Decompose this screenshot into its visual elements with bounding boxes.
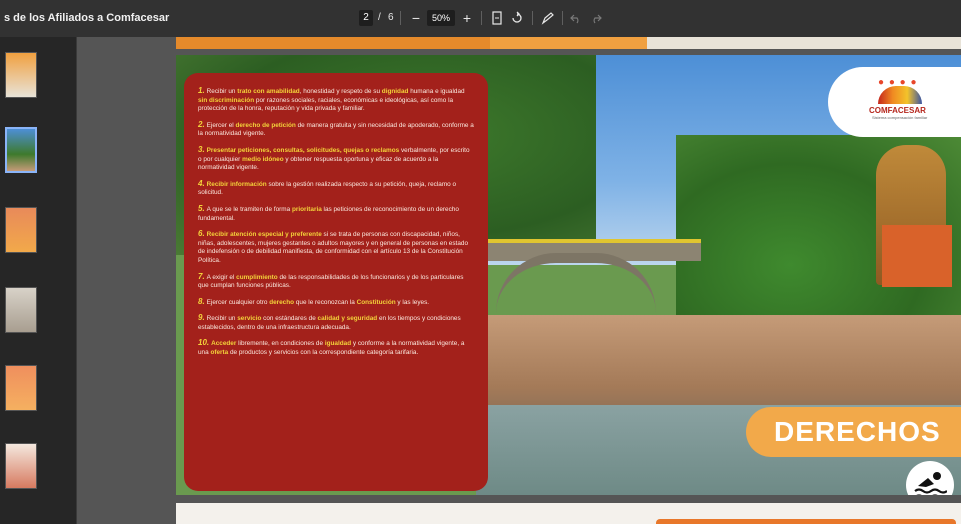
pedestal-photo (882, 225, 952, 287)
right-number: 5. (198, 203, 205, 213)
right-item: 1. Recibir un trato con amabilidad, hones… (198, 86, 474, 114)
right-text: que le reconozcan la (294, 298, 357, 306)
right-number: 6. (198, 229, 205, 239)
right-item: 3. Presentar peticiones, consultas, solic… (198, 144, 474, 173)
toolbar-divider (481, 11, 482, 25)
right-item: 9. Recibir un servicio con estándares de … (198, 313, 474, 332)
logo-tagline: Sistema compensación familiar (872, 115, 928, 120)
right-highlight: medio idóneo (242, 155, 284, 163)
right-highlight: prioritaria (291, 205, 322, 213)
right-item: 7. A exigir el cumplimiento de las respon… (198, 271, 474, 291)
right-highlight: Constitución (356, 298, 396, 306)
right-text: libremente, en condiciones de (236, 340, 325, 348)
rotate-button[interactable] (507, 8, 527, 28)
document-title: s de los Afiliados a Comfacesar (4, 12, 170, 24)
right-highlight: Presentar peticiones, consultas, solicit… (206, 146, 400, 154)
plus-icon: + (462, 10, 472, 26)
right-highlight: trato con amabilidad (237, 88, 300, 95)
right-highlight: dignidad (381, 88, 409, 95)
toolbar-divider (532, 11, 533, 25)
next-page-band (656, 519, 956, 524)
right-item: 2. Ejercer el derecho de petición de mane… (198, 119, 474, 139)
thumbnail-sidebar (0, 37, 76, 524)
page-heading: DERECHOS (774, 416, 941, 447)
right-highlight: Acceder (211, 340, 237, 348)
swimmer-icon (914, 472, 947, 495)
right-text: y las leyes. (395, 298, 430, 306)
page-thumbnail-2[interactable] (5, 127, 37, 173)
draw-icon (541, 12, 554, 25)
right-text: humana e igualdad (408, 88, 465, 95)
page-total: 6 (388, 12, 394, 23)
zoom-in-button[interactable]: + (457, 8, 477, 28)
page-number-input[interactable]: 2 (359, 10, 373, 26)
right-number: 3. (198, 144, 205, 154)
pdf-page: 1. Recibir un trato con amabilidad, hones… (176, 55, 961, 495)
right-highlight: sin discriminación (198, 96, 255, 104)
fit-page-icon (492, 11, 502, 25)
right-highlight: servicio (237, 315, 262, 323)
fit-page-button[interactable] (487, 8, 507, 28)
right-item: 6. Recibir atención especial y preferente… (198, 229, 474, 265)
page-thumbnail-4[interactable] (5, 287, 37, 333)
right-highlight: oferta (210, 349, 229, 357)
previous-page-edge (176, 37, 961, 49)
right-number: 9. (198, 313, 205, 323)
right-number: 1. (198, 86, 205, 95)
right-text: Recibir un (206, 88, 238, 95)
redo-button[interactable] (586, 8, 606, 28)
right-highlight: calidad y seguridad (317, 315, 378, 323)
zoom-input[interactable]: 50% (427, 10, 455, 26)
page-thumbnail-6[interactable] (5, 443, 37, 489)
right-item: 5. A que se le tramiten de forma priorita… (198, 203, 474, 223)
right-text: A exigir el (206, 273, 237, 281)
rights-list: 1. Recibir un trato con amabilidad, hones… (184, 73, 488, 491)
right-highlight: derecho de petición (235, 121, 296, 129)
right-number: 8. (198, 296, 205, 306)
right-item: 10. Acceder libremente, en condiciones de… (198, 339, 474, 357)
right-number: 2. (198, 119, 205, 129)
right-item: 4. Recibir información sobre la gestión r… (198, 178, 474, 198)
page-thumbnail-1[interactable] (5, 52, 37, 98)
right-number: 4. (198, 178, 205, 188)
document-viewport[interactable]: 1. Recibir un trato con amabilidad, hones… (77, 37, 961, 524)
page-separator: / (378, 12, 381, 23)
right-highlight: Recibir información (206, 180, 267, 188)
rotate-icon (512, 11, 522, 23)
right-highlight: igualdad (324, 340, 352, 348)
redo-icon (593, 14, 602, 24)
right-text: de productos y servicios con la correspo… (228, 349, 419, 357)
next-page-edge (176, 503, 961, 524)
right-number: 10. (198, 338, 210, 348)
page-thumbnail-5[interactable] (5, 365, 37, 411)
right-number: 7. (198, 271, 205, 281)
right-text: A que se le tramiten de forma (206, 205, 292, 213)
toolbar-divider (400, 11, 401, 25)
logo-name: COMFACESAR (869, 106, 926, 115)
pdf-toolbar: s de los Afiliados a Comfacesar 2 / 6 − … (0, 0, 961, 37)
draw-button[interactable] (538, 8, 558, 28)
page-thumbnail-3[interactable] (5, 207, 37, 253)
right-highlight: Recibir atención especial y preferente (206, 231, 322, 239)
right-text: Ejercer cualquier otro (206, 298, 270, 306)
toolbar-divider (562, 11, 563, 25)
zoom-out-button[interactable]: − (406, 8, 426, 28)
right-item: 8. Ejercer cualquier otro derecho que le … (198, 296, 474, 308)
right-text: Recibir un (206, 315, 238, 323)
right-highlight: cumplimiento (236, 273, 278, 281)
undo-icon (570, 14, 579, 24)
right-text: Ejercer el (206, 121, 236, 129)
right-highlight: derecho (269, 298, 295, 306)
minus-icon: − (411, 10, 421, 26)
undo-button[interactable] (566, 8, 586, 28)
right-text: con estándares de (261, 315, 318, 323)
right-text: , honestidad y respeto de su (299, 88, 382, 95)
